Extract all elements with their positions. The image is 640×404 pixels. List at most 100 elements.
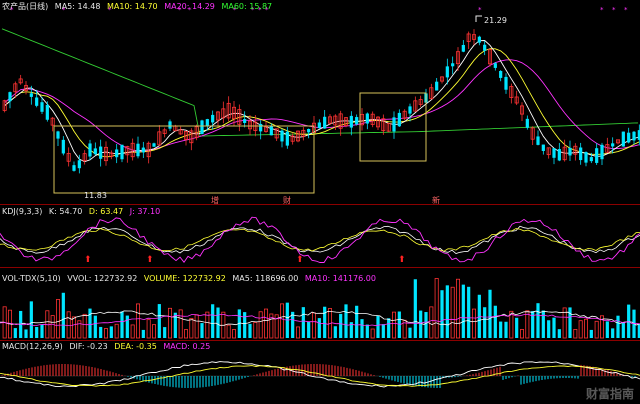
volume-bar [109, 326, 113, 338]
candle-body [445, 66, 449, 78]
candlesticks[interactable] [2, 29, 640, 174]
volume-bar [381, 324, 385, 338]
candle-body [40, 102, 44, 112]
price-legend: 农产品(日线) MA5: 14.48 MA10: 14.70 MA20: 14.… [2, 1, 276, 12]
volume-bar [24, 329, 28, 338]
candle-body [408, 106, 412, 114]
volume-bar [88, 308, 92, 338]
volume-bar [573, 329, 578, 339]
volume-bar [547, 320, 551, 338]
volume-bar [493, 305, 497, 338]
volume-bar [589, 329, 593, 338]
volume-bar [248, 323, 252, 338]
candle-body [435, 81, 439, 91]
ma10-value: MA10: 14.70 [106, 2, 158, 11]
volume-bar [333, 326, 337, 338]
volume-bar [440, 290, 444, 338]
candle-body [259, 123, 263, 132]
candle-body [152, 143, 156, 147]
candle-body [579, 147, 583, 161]
volume-bar [307, 321, 311, 338]
volume-bar [557, 329, 561, 338]
macd-dea-value: DEA: -0.35 [114, 342, 157, 351]
volume-bar [611, 328, 615, 338]
volume-bar [605, 321, 609, 338]
volume-bar [61, 292, 65, 338]
volume-bar [525, 310, 530, 339]
volume-bar [194, 314, 199, 339]
volume-bar [279, 303, 284, 339]
macd-macd-value: MACD: 0.25 [163, 342, 211, 351]
volume-bar [40, 324, 44, 338]
candle-body [45, 104, 49, 120]
candle-body [88, 143, 92, 157]
volume-bar [301, 307, 305, 338]
candle-body [392, 117, 396, 132]
volume-bar [183, 329, 188, 339]
candle-body [72, 165, 76, 171]
candle-body [557, 149, 561, 161]
volume-bar [541, 310, 545, 338]
volume-bar [243, 312, 247, 338]
volume-bar [125, 315, 129, 338]
star-marker: * [612, 6, 616, 14]
volume-bar [258, 311, 263, 339]
volume-bar [311, 312, 316, 339]
volume-bar [317, 318, 321, 338]
volume-bar [568, 307, 572, 338]
candle-body [355, 117, 359, 125]
volume-bar [450, 286, 455, 339]
volume-bar [344, 304, 348, 338]
ma10-path [4, 48, 640, 158]
volume-bar [291, 311, 295, 338]
volume-bar [413, 279, 417, 338]
volume-bar [50, 315, 55, 339]
candle-body [611, 143, 615, 147]
volume-bar [616, 315, 620, 338]
star-marker: * [600, 6, 604, 14]
low-price-label: 11.83 [84, 191, 107, 200]
volume-bar [429, 306, 434, 339]
candle-body [35, 97, 39, 106]
kdj-d-value: D: 63.47 [88, 207, 124, 216]
volume-bar [365, 324, 369, 338]
volume-bar [408, 327, 412, 338]
volume-bar [216, 307, 220, 338]
candle-body [589, 157, 593, 162]
ma5-line [4, 40, 640, 163]
volume-bar [445, 285, 449, 338]
volume-bar [461, 284, 465, 338]
candle-body [205, 119, 209, 126]
candle-body [136, 143, 140, 157]
volume-bar [263, 308, 268, 339]
ma5-path [4, 40, 640, 163]
volume-bar [72, 316, 77, 339]
stock-name: 农产品(日线) [2, 2, 49, 11]
candle-body [461, 44, 465, 52]
candle-body [29, 93, 33, 97]
volume-bar [231, 329, 236, 339]
kdjJ-path [0, 216, 640, 263]
volume-bar [178, 309, 183, 339]
volume-bars[interactable] [2, 278, 640, 339]
buy-arrow-icon: ⬆ [296, 255, 304, 265]
candle-body [8, 92, 12, 102]
candle-body [536, 136, 540, 145]
macd-name: MACD(12,26,9) [2, 342, 63, 351]
candle-body [99, 146, 103, 159]
candle-body [61, 139, 65, 154]
star-marker: * [478, 6, 482, 14]
volume-bar [163, 327, 167, 338]
volume-bar [130, 324, 135, 339]
vol-name: VOL-TDX(5,10) [2, 274, 61, 283]
candle-body [504, 76, 508, 90]
volume-bar [483, 307, 487, 338]
candle-body [595, 148, 599, 163]
volume-bar [295, 326, 300, 339]
volume-value: VOLUME: 122732.92 [143, 274, 226, 283]
vol-ma5-value: MA5: 118696.00 [232, 274, 299, 283]
candle-body [211, 114, 215, 123]
volume-bar [200, 323, 204, 338]
ma60-value: MA60: 15.87 [221, 2, 273, 11]
kdj-k-line [0, 225, 640, 254]
